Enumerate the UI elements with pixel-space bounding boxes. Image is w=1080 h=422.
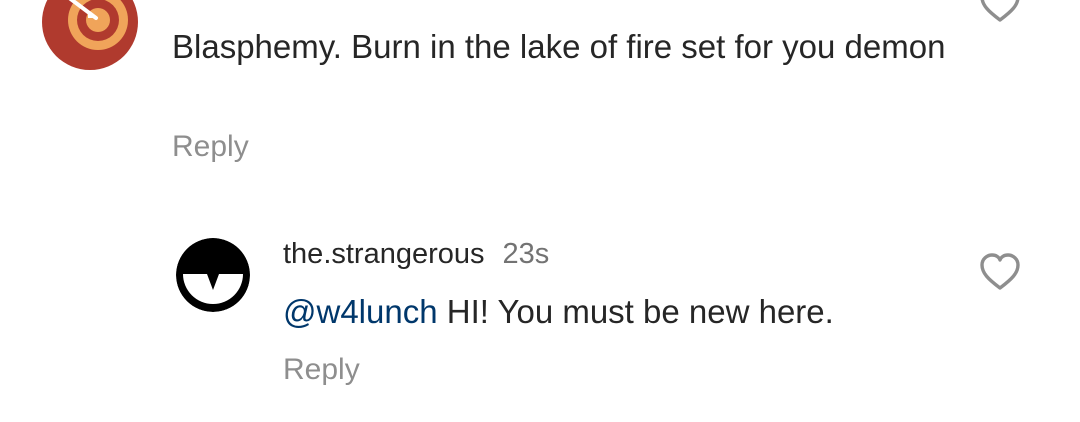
mention-link[interactable]: @w4lunch [283, 293, 438, 330]
timestamp: 23s [502, 238, 550, 270]
dartboard-target-icon [42, 0, 138, 70]
comment-text: @w4lunch HI! You must be new here. [283, 292, 834, 332]
avatar[interactable] [176, 238, 250, 312]
half-face-eye-icon [176, 238, 250, 312]
like-button[interactable] [978, 0, 1022, 24]
comment-meta: the.strangerous 23s [283, 236, 549, 272]
username[interactable]: the.strangerous [283, 238, 485, 270]
like-button[interactable] [978, 252, 1022, 292]
reply-button[interactable]: Reply [283, 352, 360, 388]
comment-text: Blasphemy. Burn in the lake of fire set … [172, 28, 946, 65]
heart-outline-icon [980, 0, 1020, 22]
heart-outline-icon [980, 253, 1020, 290]
reply-button[interactable]: Reply [172, 129, 249, 165]
comment-body: HI! You must be new here. [437, 293, 834, 330]
avatar[interactable] [42, 0, 138, 70]
